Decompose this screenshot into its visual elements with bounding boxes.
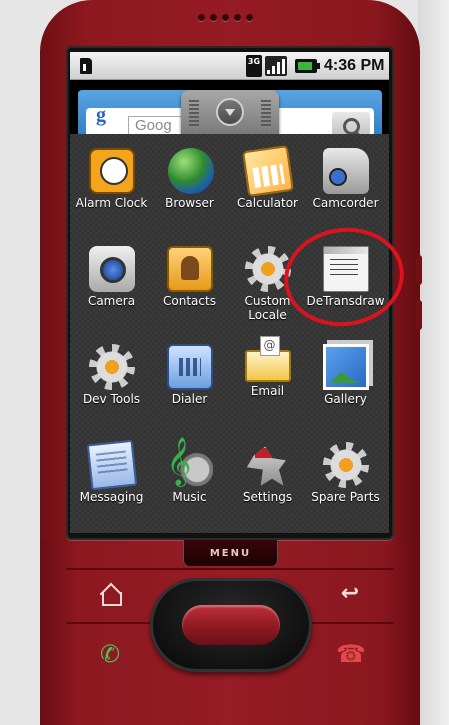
grip-right-icon bbox=[261, 100, 271, 128]
menu-label: MENU bbox=[209, 548, 252, 559]
app-label: Camcorder bbox=[312, 196, 379, 210]
grip-left-icon bbox=[189, 100, 199, 128]
browser-globe-icon bbox=[167, 148, 214, 194]
background-right bbox=[418, 0, 449, 725]
app-drawer: Alarm Clock Browser Calculator Camcorder… bbox=[70, 134, 389, 533]
app-label: Gallery bbox=[324, 392, 367, 406]
app-label: Camera bbox=[87, 294, 136, 308]
menu-button[interactable]: MENU bbox=[183, 540, 278, 566]
app-dialer[interactable]: Dialer bbox=[150, 330, 229, 428]
app-label: Email bbox=[250, 384, 285, 398]
app-alarm-clock[interactable]: Alarm Clock bbox=[72, 134, 151, 232]
divider-line bbox=[66, 568, 394, 570]
app-music[interactable]: Music bbox=[150, 428, 229, 526]
gear-icon bbox=[322, 442, 369, 488]
app-label: Dialer bbox=[171, 392, 208, 406]
app-label: Settings bbox=[242, 490, 293, 504]
signal-strength-icon bbox=[265, 56, 287, 76]
app-settings[interactable]: Settings bbox=[228, 428, 307, 526]
music-icon bbox=[166, 436, 213, 488]
app-label: Browser bbox=[165, 196, 214, 210]
home-icon[interactable] bbox=[98, 584, 126, 608]
app-camera[interactable]: Camera bbox=[72, 232, 151, 330]
battery-icon bbox=[295, 59, 320, 73]
dialer-icon bbox=[166, 344, 213, 390]
app-label: Calculator bbox=[237, 196, 298, 210]
app-label: Music bbox=[172, 490, 207, 504]
speaker-grille bbox=[198, 14, 253, 21]
app-browser[interactable]: Browser bbox=[150, 134, 229, 232]
app-label: Messaging bbox=[79, 490, 144, 504]
messaging-icon bbox=[86, 439, 137, 491]
end-call-icon[interactable]: ☎ bbox=[336, 642, 366, 666]
app-drawer-handle[interactable] bbox=[181, 90, 279, 134]
email-icon bbox=[244, 336, 291, 382]
close-drawer-icon[interactable] bbox=[216, 98, 244, 126]
settings-tools-icon bbox=[246, 446, 286, 486]
app-label: Contacts bbox=[163, 294, 216, 308]
camera-icon bbox=[88, 246, 135, 292]
side-volume-up-key[interactable] bbox=[416, 255, 422, 285]
app-spare-parts[interactable]: Spare Parts bbox=[306, 428, 385, 526]
app-label: Alarm Clock bbox=[75, 196, 148, 210]
side-volume-down-key[interactable] bbox=[416, 300, 422, 330]
google-logo-icon: g bbox=[96, 104, 106, 126]
camcorder-icon bbox=[322, 148, 369, 194]
status-clock: 4:36 PM bbox=[324, 57, 385, 74]
app-label: Dev Tools bbox=[82, 392, 141, 406]
app-contacts[interactable]: Contacts bbox=[150, 232, 229, 330]
network-type-icon: 3G bbox=[246, 55, 262, 77]
trackball[interactable] bbox=[182, 605, 280, 645]
app-email[interactable]: Email bbox=[228, 330, 307, 428]
alarm-clock-icon bbox=[88, 148, 135, 194]
sd-card-icon bbox=[80, 58, 92, 74]
app-messaging[interactable]: Messaging bbox=[72, 428, 151, 526]
app-dev-tools[interactable]: Dev Tools bbox=[72, 330, 151, 428]
app-camcorder[interactable]: Camcorder bbox=[306, 134, 385, 232]
app-label: Spare Parts bbox=[311, 490, 380, 504]
back-icon[interactable]: ↩ bbox=[336, 582, 364, 606]
contacts-icon bbox=[166, 246, 213, 292]
status-bar: 3G 4:36 PM bbox=[70, 52, 389, 80]
app-calculator[interactable]: Calculator bbox=[228, 134, 307, 232]
call-icon[interactable]: ✆ bbox=[96, 642, 124, 666]
calculator-icon bbox=[241, 145, 294, 197]
app-gallery[interactable]: Gallery bbox=[306, 330, 385, 428]
gear-icon bbox=[88, 344, 135, 390]
gallery-icon bbox=[322, 344, 369, 390]
